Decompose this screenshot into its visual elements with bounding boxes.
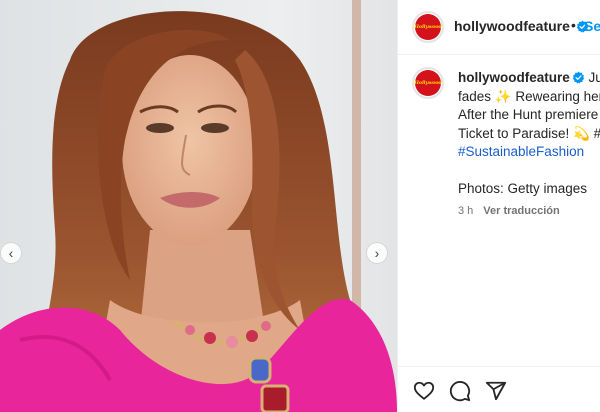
carousel-prev-button[interactable]: ‹ — [0, 242, 22, 264]
avatar-logo: Hollywood — [414, 14, 442, 40]
separator-dot: • — [571, 17, 576, 33]
comment-icon — [449, 381, 471, 402]
verified-badge-icon — [572, 71, 584, 84]
caption-line-3: Ticket to Paradise! 💫 #Ju — [458, 125, 600, 141]
hashtag-link[interactable]: #SustainableFashion — [458, 143, 600, 162]
caption-avatar[interactable]: Hollywood — [412, 67, 444, 99]
translate-link[interactable]: Ver traducción — [483, 205, 559, 217]
caption-comment: Hollywood hollywoodfeature Julia fades ✨… — [398, 55, 600, 365]
header-username[interactable]: hollywoodfeature — [454, 18, 589, 34]
caption-line-1: fades ✨ Rewearing her e — [458, 88, 600, 104]
comment-meta: 3 h Ver traducción — [458, 202, 600, 221]
post-actions — [398, 366, 600, 412]
avatar[interactable]: Hollywood — [412, 11, 444, 43]
caption-avatar-logo: Hollywood — [414, 70, 442, 96]
chevron-right-icon: › — [374, 245, 380, 261]
caption-line-2: After the Hunt premiere – — [458, 107, 600, 122]
share-button[interactable] — [485, 380, 507, 402]
heart-icon — [413, 381, 435, 400]
post-side-panel: Hollywood hollywoodfeature • Se Hollywoo… — [397, 0, 600, 412]
header-username-text[interactable]: hollywoodfeature — [454, 18, 570, 34]
share-icon — [485, 381, 507, 401]
post-header: Hollywood hollywoodfeature • Se — [398, 0, 600, 55]
photos-credit: Photos: Getty images — [458, 180, 588, 196]
carousel-next-button[interactable]: › — [366, 242, 388, 264]
post-photo — [0, 0, 397, 412]
caption-username[interactable]: hollywoodfeature — [458, 70, 570, 85]
caption-text: hollywoodfeature Julia fades ✨ Rewearing… — [458, 69, 600, 221]
caption-line: hollywoodfeature Julia — [458, 69, 600, 88]
caption-line-0: Julia — [588, 70, 600, 85]
follow-button[interactable]: Se — [584, 18, 600, 34]
chevron-left-icon: ‹ — [8, 245, 14, 261]
time-ago[interactable]: 3 h — [458, 205, 473, 217]
comment-button[interactable] — [449, 380, 471, 402]
post-media[interactable]: ‹ › — [0, 0, 397, 412]
like-button[interactable] — [413, 380, 435, 402]
